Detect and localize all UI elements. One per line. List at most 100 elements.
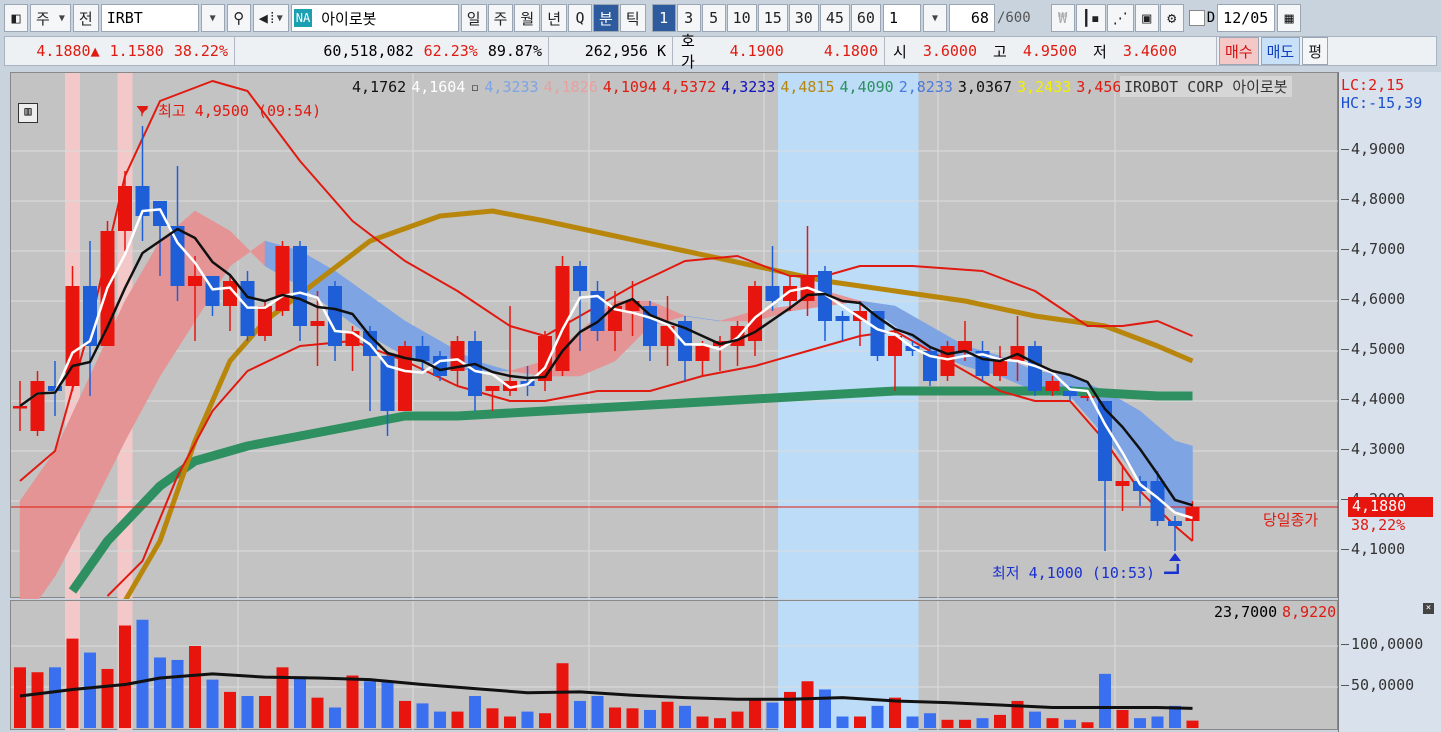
price-tick-label: 4,3000 [1340,440,1406,458]
volume-bar [1134,718,1146,728]
interval-tab[interactable]: 1 [651,4,676,32]
d-checkbox[interactable] [1188,10,1205,26]
period-tab[interactable]: 일 [460,4,487,32]
custom-interval-input[interactable]: 1 [882,4,921,32]
volume: 60,518,082 [323,42,414,60]
candle-body [573,266,587,291]
buy-button[interactable]: 매수 [1219,37,1259,65]
data-table-icon[interactable]: ▥ [18,103,38,123]
period-tab[interactable]: 월 [514,4,541,32]
candle-add-icon[interactable]: ┃▪ [1075,4,1106,32]
stock-name: 아이로봇 [321,9,377,28]
candle-body [1115,481,1130,486]
open-label: 시 [893,42,907,61]
count-input[interactable]: 68 [948,4,995,32]
volume-tick-label: 50,0000 [1340,676,1415,694]
candle-body [1185,507,1200,521]
speaker-icon[interactable]: ◀⁞ ▼ [252,4,289,32]
close-pane-icon[interactable]: × [1423,603,1434,614]
volume-bar [1099,673,1111,728]
price-tick-label: 4,9000 [1340,140,1406,158]
volume-bar [959,719,971,728]
volume-bar [259,696,271,728]
high-marker-label: ↱ 최고 4,9500 (09:54) [140,102,322,120]
period-tab[interactable]: 주 [487,4,514,32]
volume-chart[interactable] [10,600,1339,731]
search-icon[interactable]: ⚲ [226,4,251,32]
period-type-value: 주 [36,9,50,28]
interval-tab[interactable]: 5 [701,4,726,32]
close-price-tag: 4,1880 [1348,497,1433,517]
legend-value: 4,5372 [661,78,717,96]
gear-icon[interactable]: ⚙ [1159,4,1184,32]
candle-body [118,186,132,231]
period-tab[interactable]: 틱 [619,4,646,32]
volume-bar [1186,720,1199,728]
symbol-input[interactable]: IRBT [100,4,199,32]
interval-dropdown[interactable]: ▼ [922,4,947,32]
cloud-segment [684,315,721,322]
volume-bar [329,707,341,728]
name-field[interactable]: NA 아이로봇 [290,4,459,32]
volume-bar [679,705,691,728]
sell-button[interactable]: 매도 [1260,37,1301,65]
price-chart[interactable] [10,72,1339,599]
period-type-select[interactable]: 주 ▼ [30,4,71,32]
candle-body [1063,391,1077,396]
volume-bar [924,713,936,728]
interval-tabs: 1 3 5 10 15 30 45 60 [651,4,881,32]
hc-value: HC:-15,39 [1341,94,1423,112]
toolbar: ◧ 주 ▼ 전 IRBT ▼ ⚲ ◀⁞ ▼ NA 아이로봇 일주월년Q분틱 13… [4,3,1437,33]
volume-bar [994,714,1006,728]
layout-toggle-icon[interactable]: ◧ [4,4,28,32]
calendar-icon[interactable]: ▦ [1277,4,1302,32]
price-change: 1.1580 [109,42,164,60]
interval-tab[interactable]: 60 [850,4,881,32]
volume-bar [854,716,866,728]
low-label: 저 [1093,42,1107,61]
volume-bar [591,696,604,728]
price-tick-label: 4,7000 [1340,240,1406,258]
legend-value: 3,2433 [1017,78,1072,96]
low-price: 3.4600 [1122,42,1177,60]
volume-bar [749,700,761,728]
cloud-segment [19,450,56,599]
price-axis[interactable]: 4,10004,20004,30004,40004,50004,60004,70… [1338,72,1441,732]
volume-bar [906,716,919,728]
period-tab[interactable]: 년 [541,4,568,32]
interval-tab[interactable]: 15 [757,4,788,32]
candle-body [415,346,430,361]
volume-bar [1081,722,1094,728]
chevron-down-icon: ▼ [58,12,65,24]
interval-tab[interactable]: 3 [676,4,701,32]
volume-bar [101,668,114,728]
jeon-button[interactable]: 전 [72,4,99,32]
save-icon[interactable]: ▣ [1134,4,1159,32]
interval-tab[interactable]: 45 [819,4,850,32]
chevron-down-icon: ▼ [209,12,216,24]
volume-bar [976,718,989,728]
volume-bar [136,619,149,728]
interval-tab[interactable]: 30 [788,4,819,32]
candle-body [275,246,290,311]
indicator-legend: 4,1762 4,1604 ▫ 4,3233 4,1826 4,1094 4,5372 4,3… [352,78,1145,96]
volume-bar [189,646,201,728]
volume-bar [49,667,61,728]
period-tab[interactable]: 분 [593,4,619,32]
volume-bar [714,718,726,728]
candle-body [940,346,955,376]
symbol-dropdown[interactable]: ▼ [200,4,225,32]
candle-body [485,386,500,391]
line-add-icon[interactable]: ⋰ [1106,4,1134,32]
currency-icon[interactable]: ₩ [1050,4,1075,32]
avg-button[interactable]: 평 [1302,37,1329,65]
close-label: 당일종가 [1263,511,1319,529]
change-percent: 38.22% [173,42,228,60]
period-tab[interactable]: Q [568,4,593,32]
price-tick-label: 4,6000 [1340,290,1406,308]
interval-tab[interactable]: 10 [726,4,757,32]
volume-bar [836,716,849,728]
candle-body [1168,521,1182,526]
date-input[interactable]: 12/05 [1217,4,1276,32]
volume-bar [224,691,236,728]
